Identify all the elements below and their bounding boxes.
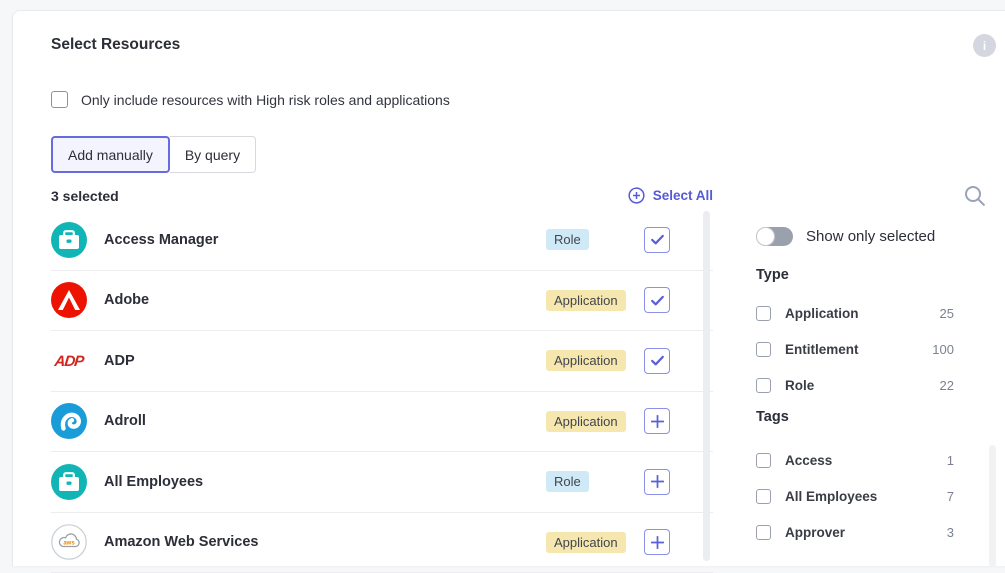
resource-checkbox-checked[interactable]: [644, 227, 670, 253]
show-only-selected-row: Show only selected: [756, 227, 954, 246]
filter-label: Role: [785, 378, 814, 393]
filter-count: 100: [932, 342, 954, 357]
filter-checkbox[interactable]: [756, 342, 771, 357]
aws-icon: aws: [51, 524, 87, 560]
show-only-selected-label: Show only selected: [806, 228, 935, 245]
resource-name: Adroll: [104, 413, 546, 429]
selected-count: 3 selected: [51, 188, 119, 204]
page-title: Select Resources: [51, 36, 180, 54]
filter-label: Application: [785, 306, 859, 321]
filter-item: Approver 3: [756, 514, 954, 550]
resource-type-badge: Role: [546, 471, 589, 492]
tags-filter-list: Access 1 All Employees 7 Approver 3: [756, 442, 954, 550]
briefcase-icon: [51, 222, 87, 258]
resource-type-badge: Application: [546, 411, 626, 432]
filter-count: 3: [947, 525, 954, 540]
resource-row: All Employees Role: [51, 452, 713, 513]
info-icon[interactable]: [973, 34, 996, 57]
resource-name: Amazon Web Services: [104, 534, 546, 550]
svg-text:aws: aws: [63, 541, 75, 547]
briefcase-icon: [51, 464, 87, 500]
filter-label: Entitlement: [785, 342, 859, 357]
tab-add-manually[interactable]: Add manually: [51, 136, 170, 173]
filter-count: 22: [940, 378, 954, 393]
select-resources-screen: Select Resources Only include resources …: [0, 0, 1005, 566]
type-filter-list: Application 25 Entitlement 100 Role 22: [756, 295, 954, 403]
resource-type-badge: Application: [546, 350, 626, 371]
select-resources-card: Select Resources Only include resources …: [12, 10, 1005, 566]
panel-scrollbar[interactable]: [989, 445, 996, 567]
high-risk-filter-row: Only include resources with High risk ro…: [51, 91, 450, 108]
filter-checkbox[interactable]: [756, 306, 771, 321]
mode-tabs: Add manually By query: [51, 136, 256, 173]
filter-panel: Show only selected Type Application 25 E…: [756, 225, 954, 550]
resource-add-button[interactable]: [644, 408, 670, 434]
list-scrollbar[interactable]: [703, 211, 710, 561]
resource-checkbox-checked[interactable]: [644, 348, 670, 374]
filter-count: 25: [940, 306, 954, 321]
filter-item: All Employees 7: [756, 478, 954, 514]
filter-label: All Employees: [785, 489, 877, 504]
resource-row: ADP ADP Application: [51, 331, 713, 392]
show-only-selected-toggle[interactable]: [756, 227, 793, 246]
resource-type-badge: Application: [546, 290, 626, 311]
resource-row: aws Amazon Web Services Application: [51, 513, 713, 573]
resource-list: Access Manager Role Adobe Application: [51, 210, 713, 573]
resource-row: Adobe Application: [51, 271, 713, 332]
filter-checkbox[interactable]: [756, 525, 771, 540]
filter-item: Application 25: [756, 295, 954, 331]
resource-add-button[interactable]: [644, 529, 670, 555]
resource-type-badge: Role: [546, 229, 589, 250]
filter-count: 7: [947, 489, 954, 504]
resource-name: All Employees: [104, 474, 546, 490]
filter-item: Role 22: [756, 367, 954, 403]
type-filter-heading: Type: [756, 267, 954, 285]
select-all-button[interactable]: Select All: [628, 187, 713, 204]
filter-label: Access: [785, 453, 832, 468]
resource-type-badge: Application: [546, 532, 626, 553]
search-icon[interactable]: [961, 182, 989, 210]
high-risk-checkbox[interactable]: [51, 91, 68, 108]
filter-checkbox[interactable]: [756, 489, 771, 504]
tab-by-query[interactable]: By query: [170, 136, 256, 173]
resource-add-button[interactable]: [644, 469, 670, 495]
resource-name: ADP: [104, 353, 546, 369]
resource-checkbox-checked[interactable]: [644, 287, 670, 313]
filter-label: Approver: [785, 525, 845, 540]
adobe-icon: [51, 282, 87, 318]
filter-item: Access 1: [756, 442, 954, 478]
resource-name: Adobe: [104, 292, 546, 308]
resource-row: Adroll Application: [51, 392, 713, 453]
filter-checkbox[interactable]: [756, 453, 771, 468]
filter-item: Entitlement 100: [756, 331, 954, 367]
adroll-icon: [51, 403, 87, 439]
toggle-knob: [756, 227, 775, 246]
list-header: 3 selected Select All: [51, 187, 713, 204]
tags-filter-heading: Tags: [756, 409, 954, 427]
plus-circle-icon: [628, 187, 645, 204]
filter-count: 1: [947, 453, 954, 468]
high-risk-checkbox-label: Only include resources with High risk ro…: [81, 92, 450, 108]
adp-icon: ADP: [51, 343, 87, 379]
resource-name: Access Manager: [104, 232, 546, 248]
select-all-label: Select All: [653, 188, 713, 203]
filter-checkbox[interactable]: [756, 378, 771, 393]
resource-row: Access Manager Role: [51, 210, 713, 271]
